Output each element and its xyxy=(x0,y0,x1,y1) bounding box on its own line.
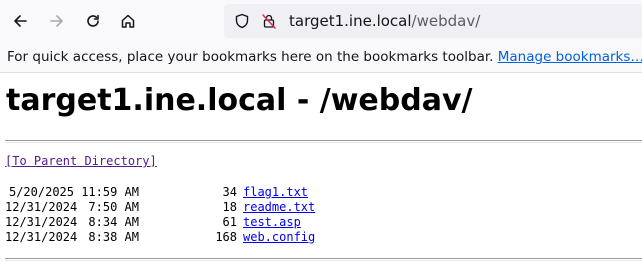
bookmarks-message-line: For quick access, place your bookmarks h… xyxy=(7,48,642,66)
url-path: /webdav/ xyxy=(411,12,481,30)
file-size: 34 xyxy=(222,185,237,199)
file-date: 12/31/2024 xyxy=(5,230,78,244)
file-link[interactable]: web.config xyxy=(243,230,315,245)
manage-bookmarks-link[interactable]: Manage bookmarks… xyxy=(498,49,642,65)
page-content: target1.ine.local - /webdav/ [To Parent … xyxy=(0,73,642,272)
file-size: 61 xyxy=(222,215,237,229)
forward-button[interactable] xyxy=(41,5,73,37)
file-link[interactable]: flag1.txt xyxy=(243,185,308,200)
file-date: 12/31/2024 xyxy=(5,200,78,214)
file-time: 8:34 AM xyxy=(88,215,139,229)
reload-icon xyxy=(87,14,99,27)
file-time: 11:59 AM xyxy=(81,185,139,199)
back-button[interactable] xyxy=(4,5,36,37)
file-link[interactable]: readme.txt xyxy=(243,200,315,215)
bookmarks-message: For quick access, place your bookmarks h… xyxy=(7,49,494,65)
home-icon xyxy=(121,14,135,28)
reload-button[interactable] xyxy=(77,5,109,37)
file-size: 168 xyxy=(215,230,237,244)
insecure-lock-icon[interactable] xyxy=(261,13,277,29)
url-host: target1.ine.local xyxy=(289,12,412,30)
bottom-divider xyxy=(5,258,642,261)
bookmarks-toolbar: For quick access, place your bookmarks h… xyxy=(0,42,642,73)
browser-toolbar: target1.ine.local/webdav/ xyxy=(0,0,642,42)
forward-arrow-icon xyxy=(50,15,63,27)
url-bar[interactable]: target1.ine.local/webdav/ xyxy=(224,4,642,38)
file-size: 18 xyxy=(222,200,237,214)
top-divider xyxy=(5,140,642,143)
file-date: 5/20/2025 xyxy=(8,185,74,199)
url-text[interactable]: target1.ine.local/webdav/ xyxy=(289,12,480,30)
file-time: 8:38 AM xyxy=(88,230,139,244)
home-button[interactable] xyxy=(112,5,144,37)
page-title: target1.ine.local - /webdav/ xyxy=(6,83,473,118)
file-link[interactable]: test.asp xyxy=(243,215,301,230)
file-time: 7:50 AM xyxy=(88,200,139,214)
shield-icon[interactable] xyxy=(234,13,250,29)
back-arrow-icon xyxy=(14,15,27,27)
file-date: 12/31/2024 xyxy=(5,215,78,229)
parent-directory-link[interactable]: [To Parent Directory] xyxy=(5,153,157,169)
